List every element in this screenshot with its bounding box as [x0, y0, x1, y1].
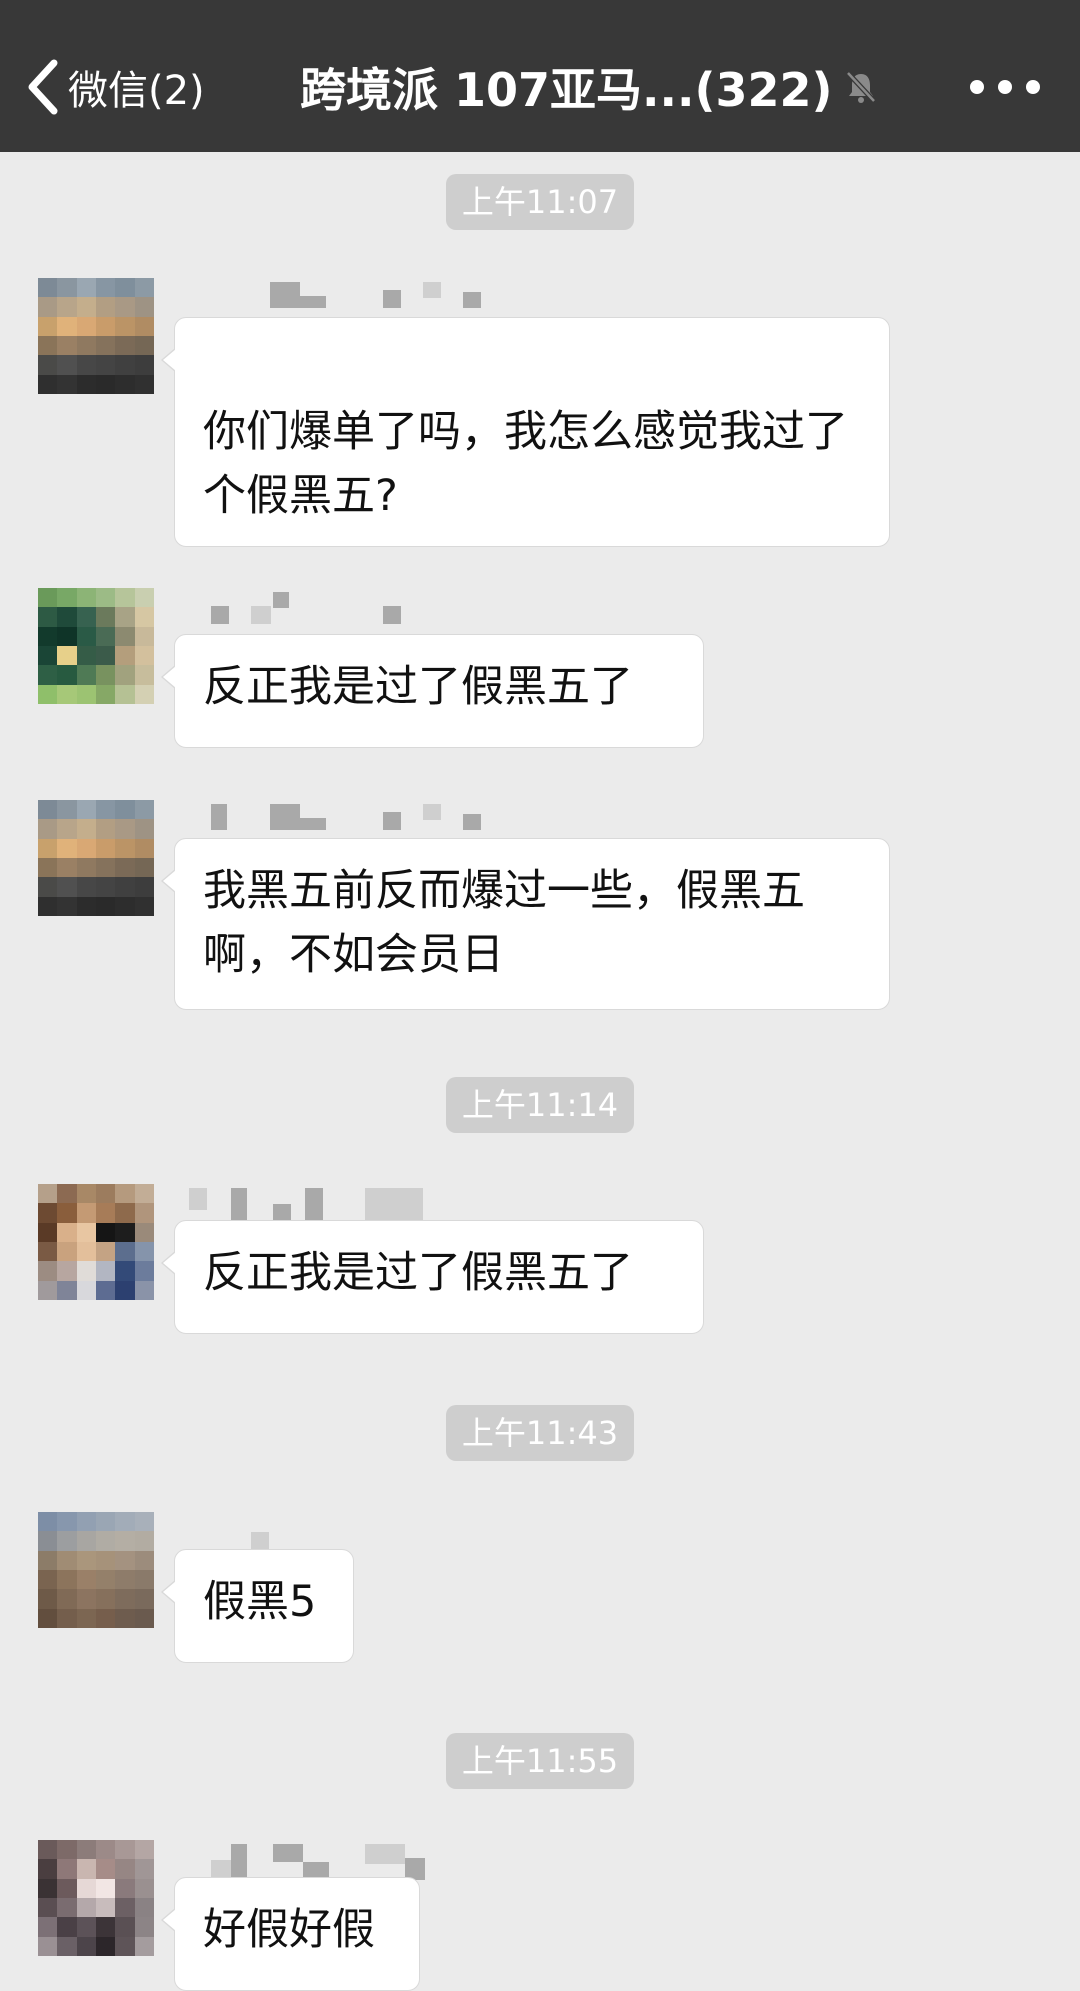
- chat-title-text: 跨境派 107亚马...(322): [300, 63, 833, 117]
- message-bubble[interactable]: 假黑5: [161, 1549, 354, 1663]
- timestamp-label: 上午11:07: [445, 174, 635, 230]
- message-bubble[interactable]: 我黑五前反而爆过一些，假黑五啊，不如会员日: [161, 838, 890, 1010]
- nav-bar: 微信(2) 跨境派 107亚马...(322): [0, 0, 1080, 152]
- more-dot: [998, 80, 1012, 94]
- avatar[interactable]: [38, 278, 154, 394]
- avatar[interactable]: [38, 1840, 154, 1956]
- sender-name-blurred: [195, 804, 515, 830]
- more-dot: [1026, 80, 1040, 94]
- message-text: 我黑五前反而爆过一些，假黑五啊，不如会员日: [203, 866, 805, 980]
- sender-name-blurred: [189, 1188, 515, 1224]
- avatar[interactable]: [38, 1184, 154, 1300]
- timestamp: 上午11:55: [0, 1733, 1080, 1789]
- message-bubble[interactable]: 你们爆单了吗，我怎么感觉我过了个假黑五?: [161, 317, 890, 547]
- message-bubble[interactable]: 反正我是过了假黑五了: [161, 1220, 704, 1334]
- timestamp: 上午11:07: [0, 174, 1080, 230]
- sender-name-blurred: [195, 282, 515, 308]
- avatar[interactable]: [38, 588, 154, 704]
- avatar[interactable]: [38, 1512, 154, 1628]
- avatar[interactable]: [38, 800, 154, 916]
- timestamp: 上午11:14: [0, 1077, 1080, 1133]
- message-text: 好假好假: [203, 1905, 375, 1955]
- timestamp: 上午11:43: [0, 1405, 1080, 1461]
- more-dots-icon[interactable]: [970, 62, 1040, 112]
- message-text: 反正我是过了假黑五了: [203, 662, 633, 712]
- more-dot: [970, 80, 984, 94]
- back-button[interactable]: 微信(2): [22, 52, 205, 122]
- message-bubble[interactable]: 好假好假: [161, 1877, 420, 1991]
- message-text: 你们爆单了吗，我怎么感觉我过了个假黑五?: [203, 407, 848, 521]
- message-text: 反正我是过了假黑五了: [203, 1248, 633, 1298]
- sender-name-blurred: [195, 592, 515, 624]
- message-text: 假黑5: [203, 1577, 317, 1627]
- chat-title: 跨境派 107亚马...(322): [300, 52, 900, 122]
- sender-name-blurred: [195, 1844, 515, 1880]
- back-label: 微信(2): [68, 68, 205, 114]
- chevron-left-icon: [22, 57, 62, 117]
- timestamp-label: 上午11:14: [445, 1077, 635, 1133]
- timestamp-label: 上午11:43: [445, 1405, 635, 1461]
- chat-area[interactable]: 上午11:07 你们爆单了吗，我怎么感觉我过了个假黑五? 反正我是过了假黑五了: [0, 152, 1080, 1991]
- message-bubble[interactable]: 反正我是过了假黑五了: [161, 634, 704, 748]
- timestamp-label: 上午11:55: [445, 1733, 635, 1789]
- bell-muted-icon: [843, 69, 879, 105]
